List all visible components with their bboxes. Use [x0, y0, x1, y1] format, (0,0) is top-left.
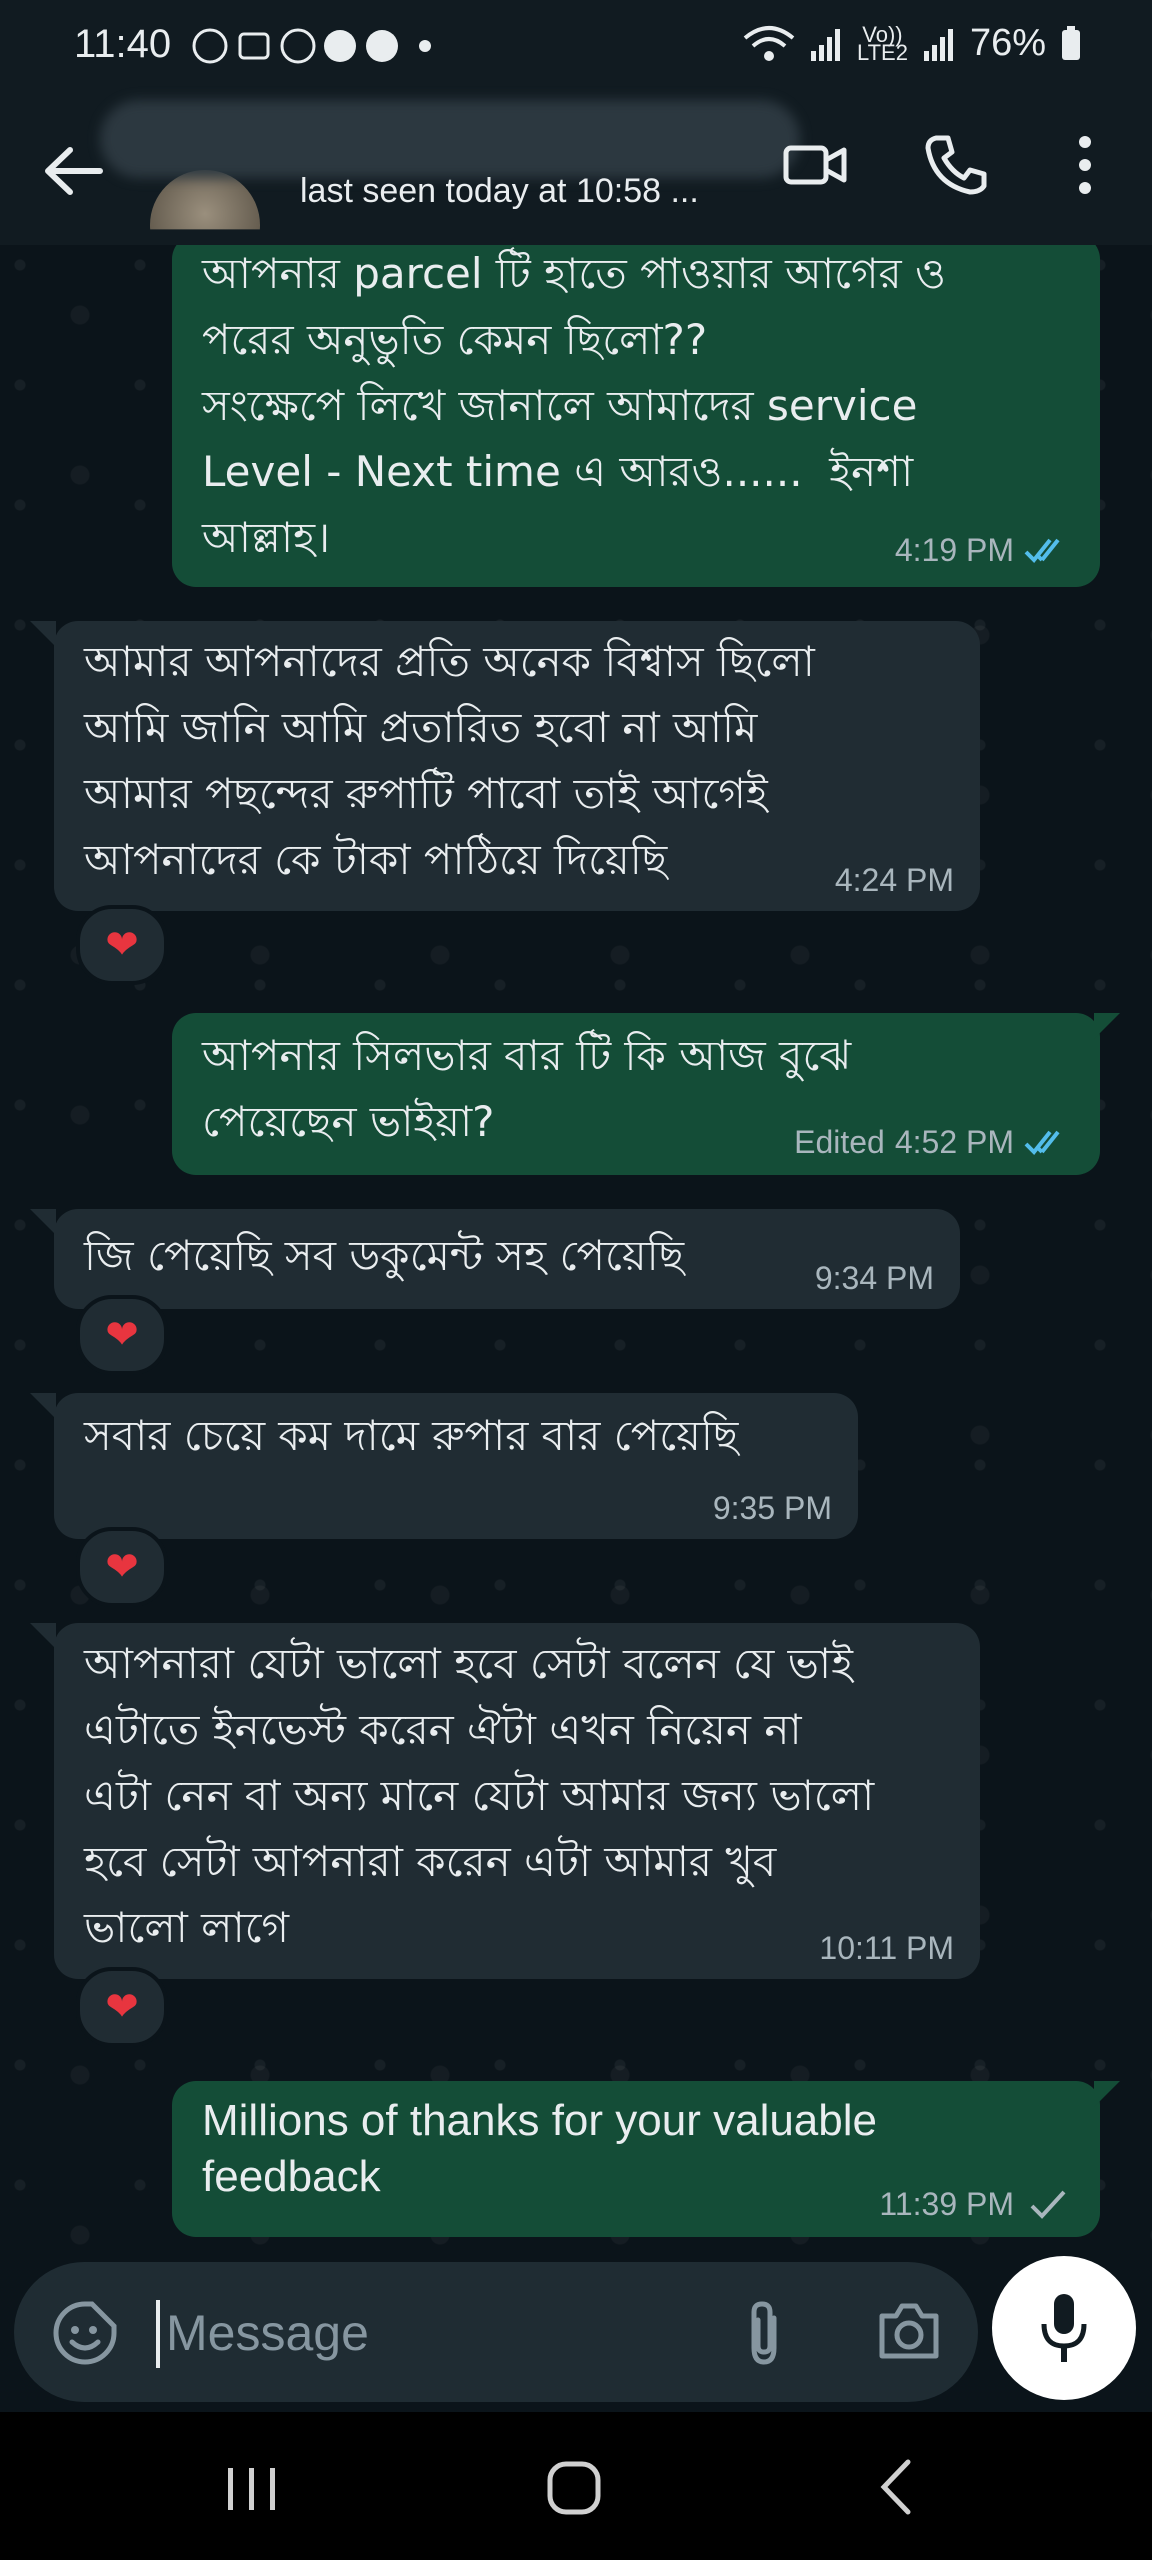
- message-time: 4:52 PM: [894, 1124, 1014, 1160]
- voice-record-button[interactable]: [992, 2256, 1136, 2400]
- message-bubble-outgoing[interactable]: আপনার সিলভার বার টি কি আজ বুঝে পেয়েছেন …: [172, 1013, 1100, 1175]
- message-bubble-incoming[interactable]: জি পেয়েছি সব ডকুমেন্ট সহ পেয়েছি 9:34 P…: [54, 1209, 960, 1309]
- message-bubble-outgoing[interactable]: আপনার parcel টি হাতে পাওয়ার আগের ও পরের…: [172, 245, 1100, 587]
- chat-header: last seen today at 10:58 ...: [0, 100, 1152, 245]
- message-text: আপনারা যেটা ভালো হবে সেটা বলেন যে ভাই এট…: [84, 1639, 875, 1952]
- status-time: 11:40: [74, 22, 172, 66]
- nav-back-icon[interactable]: [872, 2456, 922, 2518]
- message-time: 9:34 PM: [814, 1260, 934, 1296]
- message-meta: Edited 4:52 PM: [794, 1124, 1074, 1161]
- message-meta: 9:34 PM: [815, 1260, 934, 1297]
- edited-label: Edited: [794, 1124, 885, 1160]
- message-meta: 4:24 PM: [835, 862, 954, 899]
- signal-icon: [810, 28, 840, 61]
- message-meta: 4:19 PM: [895, 532, 1074, 569]
- bubble-tail: [30, 621, 56, 647]
- system-navigation-bar: [0, 2412, 1152, 2560]
- heart-reaction[interactable]: ❤: [76, 1527, 168, 1607]
- heart-reaction[interactable]: ❤: [76, 905, 168, 985]
- video-call-icon[interactable]: [780, 130, 850, 200]
- read-receipt-icon: [1024, 1130, 1060, 1155]
- chat-area[interactable]: আপনার parcel টি হাতে পাওয়ার আগের ও পরের…: [0, 245, 1152, 2250]
- message-time: 4:24 PM: [834, 862, 954, 898]
- heart-reaction[interactable]: ❤: [76, 1295, 168, 1375]
- recent-apps-icon[interactable]: [222, 2464, 282, 2514]
- message-text: আপনার parcel টি হাতে পাওয়ার আগের ও পরের…: [202, 249, 946, 562]
- battery-percent: 76%: [969, 22, 1046, 64]
- notification-app-icons: [192, 28, 431, 64]
- contact-name-redacted[interactable]: [100, 100, 800, 178]
- message-text: জি পেয়েছি সব ডকুমেন্ট সহ পেয়েছি: [84, 1231, 685, 1280]
- bubble-tail: [30, 1623, 56, 1649]
- message-time: 4:19 PM: [894, 532, 1014, 568]
- voice-call-icon[interactable]: [920, 130, 990, 200]
- volte-bottom: LTE2: [856, 39, 908, 65]
- camera-icon[interactable]: [874, 2298, 944, 2364]
- message-bubble-incoming[interactable]: আপনারা যেটা ভালো হবে সেটা বলেন যে ভাই এট…: [54, 1623, 980, 1979]
- heart-reaction[interactable]: ❤: [76, 1967, 168, 2047]
- bubble-tail: [30, 1209, 56, 1235]
- message-bubble-incoming[interactable]: আমার আপনাদের প্রতি অনেক বিশ্বাস ছিলো আমি…: [54, 621, 980, 911]
- message-text: সবার চেয়ে কম দামে রুপার বার পেয়েছি: [84, 1411, 739, 1460]
- battery-icon: [1062, 25, 1080, 60]
- message-bubble-outgoing[interactable]: Millions of thanks for your valuable fee…: [172, 2081, 1100, 2237]
- back-arrow-icon[interactable]: [40, 138, 106, 204]
- last-seen-status: last seen today at 10:58 ...: [300, 172, 699, 210]
- message-time: 10:11 PM: [819, 1930, 954, 1966]
- message-time: 11:39 PM: [879, 2186, 1014, 2222]
- home-icon[interactable]: [546, 2460, 602, 2516]
- signal-icon-2: [923, 28, 953, 61]
- read-receipt-icon: [1024, 538, 1060, 563]
- more-options-icon[interactable]: [1050, 130, 1120, 200]
- attach-paperclip-icon[interactable]: [734, 2298, 794, 2368]
- message-meta: 10:11 PM: [819, 1930, 954, 1967]
- emoji-sticker-icon[interactable]: [52, 2300, 118, 2366]
- message-composer: [14, 2262, 978, 2402]
- volte-label: Vo)) LTE2: [856, 23, 908, 65]
- wifi-icon: [743, 25, 795, 61]
- message-meta: 9:35 PM: [713, 1490, 832, 1527]
- message-meta: 11:39 PM: [879, 2186, 1074, 2223]
- text-caret: [156, 2300, 160, 2368]
- microphone-icon: [1041, 2294, 1087, 2362]
- status-right: Vo)) LTE2 76%: [743, 22, 1082, 65]
- bubble-tail: [30, 1393, 56, 1419]
- message-time: 9:35 PM: [712, 1490, 832, 1526]
- bubble-tail: [1094, 2081, 1120, 2107]
- sent-tick-icon: [1030, 2190, 1066, 2219]
- message-text: আমার আপনাদের প্রতি অনেক বিশ্বাস ছিলো আমি…: [84, 637, 815, 884]
- notification-icons: [190, 24, 450, 77]
- status-bar: 11:40 Vo)) LTE2 76%: [0, 0, 1152, 100]
- bubble-tail: [1094, 1013, 1120, 1039]
- message-bubble-incoming[interactable]: সবার চেয়ে কম দামে রুপার বার পেয়েছি 9:3…: [54, 1393, 858, 1539]
- message-input[interactable]: [164, 2292, 728, 2374]
